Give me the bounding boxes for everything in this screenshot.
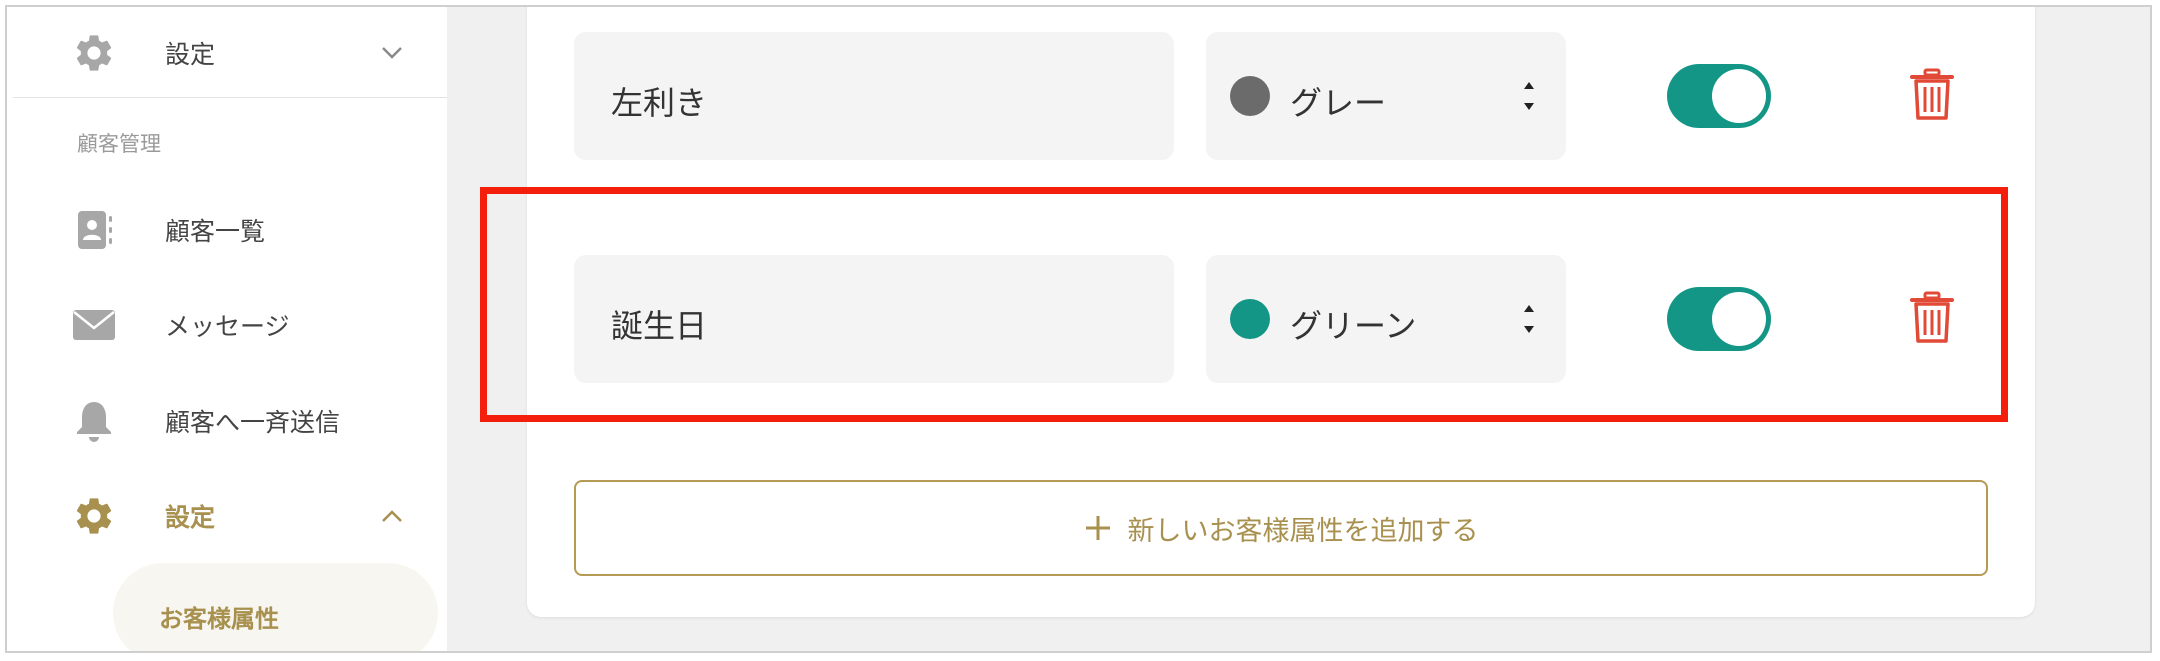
sidebar-item-label: 設定: [165, 40, 216, 69]
attribute-color-select[interactable]: グレー: [1206, 32, 1566, 160]
attribute-name-input[interactable]: 誕生日: [574, 255, 1174, 383]
attribute-enabled-toggle[interactable]: [1667, 287, 1771, 351]
attribute-name-value: 左利き: [611, 84, 708, 122]
add-attribute-label: 新しいお客様属性を追加する: [1127, 515, 1479, 547]
color-swatch: [1230, 76, 1270, 116]
main-content: 左利き グレー 誕生日 グリーン 新しいお客様属性を追加する: [447, 7, 2150, 651]
toggle-knob: [1712, 69, 1766, 123]
gear-icon: [72, 31, 116, 75]
sidebar-item-settings-top[interactable]: 設定: [7, 13, 447, 93]
trash-icon[interactable]: [1909, 291, 1955, 345]
attribute-row: 左利き グレー: [527, 32, 2035, 160]
envelope-icon: [72, 303, 116, 347]
attribute-name-input[interactable]: 左利き: [574, 32, 1174, 160]
attributes-card: 左利き グレー 誕生日 グリーン 新しいお客様属性を追加する: [480, 7, 2035, 617]
attribute-color-select[interactable]: グリーン: [1206, 255, 1566, 383]
app-window: 設定 顧客管理 顧客一覧 メッセージ 顧客へ一斉送信 設定 お客様属性 左利き …: [5, 5, 2152, 653]
sidebar-item-label: 顧客へ一斉送信: [165, 408, 341, 437]
chevron-up-icon: [379, 503, 405, 529]
attribute-enabled-toggle[interactable]: [1667, 64, 1771, 128]
plus-icon: [1084, 514, 1112, 542]
divider: [13, 97, 447, 98]
contact-card-icon: [72, 208, 116, 252]
sidebar-item-customer-list[interactable]: 顧客一覧: [7, 190, 447, 270]
sidebar: 設定 顧客管理 顧客一覧 メッセージ 顧客へ一斉送信 設定 お客様属性: [7, 7, 447, 651]
sidebar-subitem-label: お客様属性: [159, 605, 279, 633]
color-swatch: [1230, 299, 1270, 339]
bell-icon: [72, 399, 116, 443]
section-title: 顧客管理: [77, 132, 161, 156]
toggle-knob: [1712, 292, 1766, 346]
sidebar-item-broadcast[interactable]: 顧客へ一斉送信: [7, 381, 447, 461]
color-select-value: グレー: [1290, 84, 1387, 122]
sidebar-item-settings[interactable]: 設定: [7, 476, 447, 556]
select-updown-icon: [1521, 78, 1537, 114]
color-select-value: グリーン: [1290, 307, 1417, 345]
trash-icon[interactable]: [1909, 68, 1955, 122]
sidebar-item-label: 設定: [165, 503, 216, 532]
sidebar-item-label: メッセージ: [165, 312, 290, 341]
sidebar-item-label: 顧客一覧: [165, 217, 266, 246]
attribute-name-value: 誕生日: [611, 307, 708, 345]
select-updown-icon: [1521, 301, 1537, 337]
gear-icon: [72, 494, 116, 538]
add-attribute-button[interactable]: 新しいお客様属性を追加する: [574, 480, 1988, 576]
sidebar-subitem-customer-attributes[interactable]: お客様属性: [113, 563, 438, 651]
sidebar-item-messages[interactable]: メッセージ: [7, 285, 447, 365]
attribute-row: 誕生日 グリーン: [527, 255, 2035, 383]
chevron-down-icon: [379, 40, 405, 66]
